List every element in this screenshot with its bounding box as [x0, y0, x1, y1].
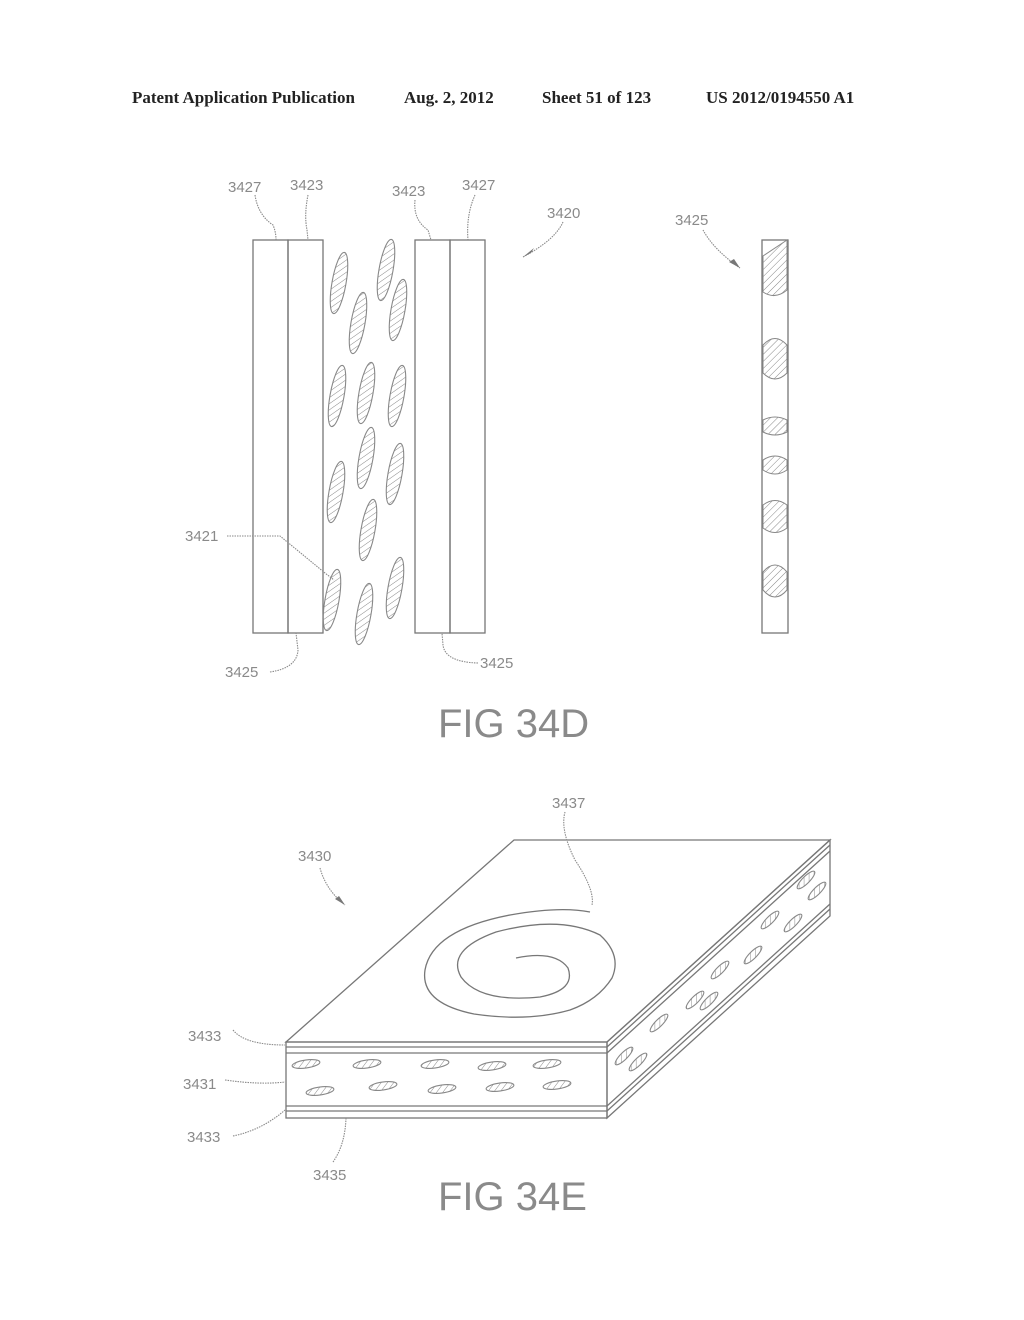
left-layer-stack: [252, 239, 324, 634]
leader-line: [414, 199, 432, 241]
label-3423: 3423: [290, 177, 323, 194]
right-inner-layer: [414, 239, 451, 634]
leader-line: [269, 632, 299, 673]
label-3433: 3433: [187, 1129, 220, 1146]
label-3435: 3435: [313, 1167, 346, 1184]
embedded-particle: [762, 239, 788, 296]
label-3430: 3430: [298, 848, 331, 865]
label-3423: 3423: [392, 183, 425, 200]
label-3427: 3427: [462, 177, 495, 194]
particle: [387, 364, 407, 428]
particle: [388, 278, 408, 342]
label-3437: 3437: [552, 795, 585, 812]
front-face-layers: [285, 1041, 608, 1119]
label-3427: 3427: [228, 179, 261, 196]
particles: [322, 238, 408, 646]
figure-caption-34e: FIG 34E: [438, 1175, 587, 1219]
figure-34d: 3427 3423 3423 3427 3420 3425 3421 3425 …: [185, 177, 789, 746]
right-layer-stack: [414, 239, 486, 634]
spiral-element: [423, 908, 616, 1018]
embedded-particle: [762, 564, 788, 598]
particle: [356, 361, 376, 425]
figure-34e: 3430 3437 3433 3431 3433 3435 FIG 34E: [183, 795, 832, 1219]
embedded-particle: [762, 455, 788, 475]
left-outer-layer: [252, 239, 289, 634]
particle: [358, 498, 378, 562]
particle: [354, 582, 374, 646]
side-face-layers: [606, 838, 831, 1120]
label-3431: 3431: [183, 1076, 216, 1093]
label-3425: 3425: [480, 655, 513, 672]
embedded-particle: [762, 338, 788, 380]
particle: [356, 426, 376, 490]
label-3421: 3421: [185, 528, 218, 545]
side-particles: [614, 870, 827, 1072]
arrow-head-icon: [729, 259, 740, 268]
leader-line: [563, 811, 593, 906]
label-3420: 3420: [547, 205, 580, 222]
particle: [327, 364, 347, 428]
leader-line: [232, 1029, 286, 1046]
leader-line: [254, 194, 277, 241]
leader-line: [227, 535, 335, 581]
leader-line: [441, 632, 479, 664]
label-3425: 3425: [225, 664, 258, 681]
leader-line: [305, 194, 309, 241]
leader-line: [224, 1079, 286, 1084]
front-particles: [291, 1059, 572, 1096]
embedded-particle: [762, 500, 788, 533]
leader-line: [332, 1117, 347, 1163]
leader-line: [467, 194, 476, 241]
label-3433: 3433: [188, 1028, 221, 1045]
patent-drawings: 3427 3423 3423 3427 3420 3425 3421 3425 …: [183, 177, 832, 1219]
embedded-particle: [762, 416, 788, 436]
particle: [348, 291, 368, 355]
particle: [326, 460, 346, 524]
leader-line: [232, 1109, 286, 1137]
particle: [329, 251, 349, 315]
particle: [376, 238, 396, 302]
separate-layer-3425: [761, 239, 789, 634]
right-outer-layer: [449, 239, 486, 634]
label-3425: 3425: [675, 212, 708, 229]
top-face: [284, 839, 832, 1043]
particle: [385, 556, 405, 620]
figure-caption-34d: FIG 34D: [438, 702, 589, 746]
left-inner-layer: [287, 239, 324, 634]
leader-line: [522, 221, 564, 258]
arrow-head-icon: [523, 248, 534, 257]
particle: [385, 442, 405, 506]
